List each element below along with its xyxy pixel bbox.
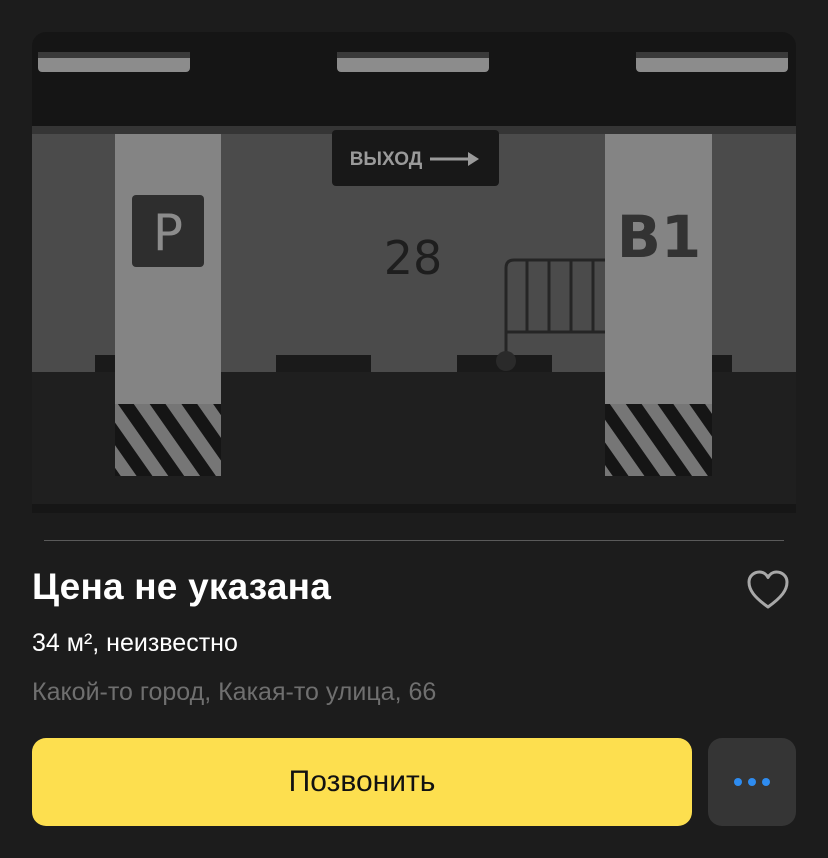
heart-outline-icon[interactable]: [744, 568, 792, 612]
exit-sign: ВЫХОД: [332, 130, 499, 186]
listing-card[interactable]: ВЫХОД 28 P B1 Цена не указана 34 м², неи…: [0, 0, 828, 858]
spot-number: 28: [384, 231, 443, 285]
listing-photo[interactable]: ВЫХОД 28 P B1: [32, 32, 796, 513]
price: Цена не указана: [32, 566, 331, 607]
more-dots-icon: [734, 778, 742, 786]
address: Какой-то город, Какая-то улица, 66: [32, 678, 437, 706]
more-button[interactable]: [708, 738, 796, 826]
parking-illustration: ВЫХОД 28 P B1: [32, 32, 796, 513]
divider: [44, 540, 784, 541]
level-label: B1: [617, 203, 702, 271]
svg-text:P: P: [153, 204, 183, 262]
right-pillar: B1: [605, 134, 712, 476]
call-button[interactable]: Позвонить: [32, 738, 692, 826]
specs: 34 м², неизвестно: [32, 629, 238, 657]
svg-text:ВЫХОД: ВЫХОД: [350, 149, 423, 170]
left-pillar: P: [115, 134, 221, 476]
ceiling: [32, 32, 796, 126]
